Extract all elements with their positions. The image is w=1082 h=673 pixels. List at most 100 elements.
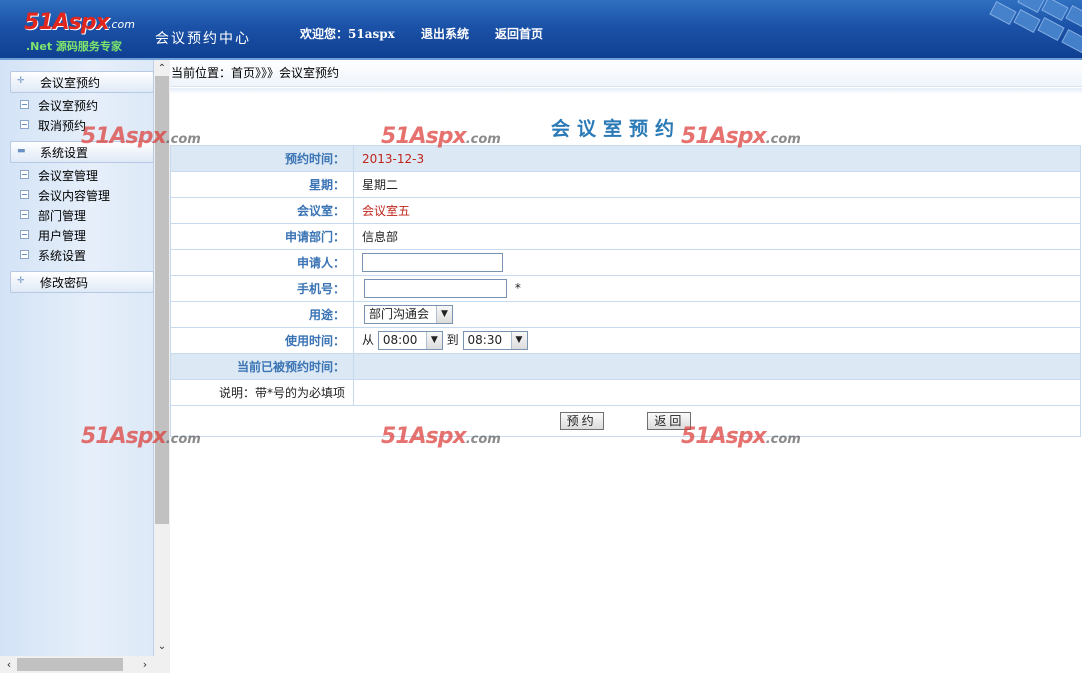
chevron-down-icon: ▼ bbox=[510, 332, 527, 349]
collapse-icon: ▬ bbox=[17, 146, 26, 156]
form-row-booked: 当前已被预约时间： bbox=[170, 353, 1081, 380]
sidebar-item-room-booking[interactable]: 会议室预约 bbox=[20, 97, 98, 115]
scroll-down-icon[interactable]: ⌄ bbox=[154, 640, 170, 654]
sidebar-section-label: 系统设置 bbox=[40, 146, 89, 160]
sidebar-item-content-manage[interactable]: 会议内容管理 bbox=[20, 187, 110, 205]
back-button[interactable]: 返回 bbox=[647, 412, 692, 430]
scrollbar-corner bbox=[154, 656, 170, 673]
start-time-select[interactable]: 08:00 ▼ bbox=[377, 331, 443, 350]
sidebar-item-system-settings[interactable]: 系统设置 bbox=[20, 247, 86, 265]
form-row-room: 会议室： 会议室五 bbox=[170, 197, 1081, 224]
app-title: 会议预约中心 bbox=[155, 31, 251, 47]
applicant-input[interactable] bbox=[362, 253, 503, 272]
sidebar-item-dept-manage[interactable]: 部门管理 bbox=[20, 207, 86, 225]
field-label: 申请人： bbox=[170, 249, 354, 276]
tree-node-icon bbox=[20, 230, 29, 239]
end-time-selected: 08:30 bbox=[467, 333, 503, 347]
sidebar-item-label: 会议室管理 bbox=[38, 169, 99, 183]
breadcrumb: 当前位置：首页》》》会议室预约 bbox=[170, 60, 1082, 87]
note-value bbox=[353, 379, 1081, 406]
sidebar-item-label: 用户管理 bbox=[38, 229, 87, 243]
field-label: 当前已被预约时间： bbox=[170, 353, 354, 380]
keyboard-decoration bbox=[972, 0, 1082, 58]
site-logo: 51Aspx .com .Net 源码服务专家 bbox=[20, 10, 138, 53]
purpose-select[interactable]: 部门沟通会 ▼ bbox=[364, 305, 453, 324]
sidebar-item-label: 会议室预约 bbox=[38, 99, 99, 113]
tree-node-icon bbox=[20, 190, 29, 199]
purpose-selected: 部门沟通会 bbox=[369, 307, 430, 321]
horizontal-scrollbar[interactable]: ‹ › bbox=[0, 656, 154, 673]
welcome-label: 欢迎您： bbox=[300, 27, 349, 41]
form-row-dept: 申请部门： 信息部 bbox=[170, 223, 1081, 250]
department-value: 信息部 bbox=[353, 223, 1081, 250]
logo-dotcom: .com bbox=[108, 18, 135, 31]
from-label: 从 bbox=[362, 333, 375, 347]
form-row-date: 预约时间： 2013-12-3 bbox=[170, 145, 1081, 172]
sidebar-item-room-manage[interactable]: 会议室管理 bbox=[20, 167, 98, 185]
submit-button[interactable]: 预约 bbox=[559, 412, 604, 430]
field-label: 用途： bbox=[170, 301, 354, 328]
tree-node-icon bbox=[20, 210, 29, 219]
form-row-purpose: 用途： 部门沟通会 ▼ bbox=[170, 301, 1081, 328]
tree-node-icon bbox=[20, 100, 29, 109]
form-row-applicant: 申请人： bbox=[170, 249, 1081, 276]
expand-icon: ✛ bbox=[17, 76, 25, 86]
actions-cell: 预约 返回 bbox=[170, 405, 1081, 437]
sidebar-section-password[interactable]: ✛ 修改密码 bbox=[10, 271, 154, 293]
tree-node-icon bbox=[20, 170, 29, 179]
vertical-scrollbar[interactable]: ⌃ ⌄ bbox=[154, 60, 170, 656]
booking-form: 预约时间： 2013-12-3 星期： 星期二 会议室： 会议室五 申请部门： … bbox=[170, 145, 1081, 437]
sidebar: ✛ 会议室预约 会议室预约 取消预约 ▬ 系统设置 会议室管理 会议内容管理 部… bbox=[0, 60, 154, 656]
tree-node-icon bbox=[20, 120, 29, 129]
field-label: 申请部门： bbox=[170, 223, 354, 250]
start-time-selected: 08:00 bbox=[382, 333, 418, 347]
end-time-select[interactable]: 08:30 ▼ bbox=[462, 331, 528, 350]
home-link[interactable]: 返回首页 bbox=[495, 25, 543, 42]
field-label: 手机号： bbox=[170, 275, 354, 302]
sidebar-item-cancel-booking[interactable]: 取消预约 bbox=[20, 117, 86, 135]
tree-node-icon bbox=[20, 250, 29, 259]
expand-icon: ✛ bbox=[17, 276, 25, 286]
breadcrumb-text: 当前位置：首页》》》会议室预约 bbox=[171, 66, 340, 80]
field-label: 会议室： bbox=[170, 197, 354, 224]
top-header: 51Aspx .com .Net 源码服务专家 会议预约中心 欢迎您：51asp… bbox=[0, 0, 1082, 60]
form-row-phone: 手机号： * bbox=[170, 275, 1081, 302]
scrollbar-thumb[interactable] bbox=[17, 658, 123, 671]
welcome-text: 欢迎您：51aspx bbox=[300, 25, 395, 42]
username: 51aspx bbox=[348, 27, 395, 41]
form-row-actions: 预约 返回 bbox=[170, 405, 1081, 437]
required-mark: * bbox=[514, 281, 521, 295]
sidebar-item-label: 系统设置 bbox=[38, 249, 87, 263]
sidebar-item-label: 取消预约 bbox=[38, 119, 87, 133]
divider bbox=[170, 88, 1082, 94]
phone-input[interactable] bbox=[364, 279, 507, 298]
chevron-down-icon: ▼ bbox=[425, 332, 442, 349]
scroll-left-icon[interactable]: ‹ bbox=[2, 656, 16, 673]
logout-link[interactable]: 退出系统 bbox=[421, 25, 469, 42]
scroll-right-icon[interactable]: › bbox=[138, 656, 152, 673]
field-label: 使用时间： bbox=[170, 327, 354, 354]
sidebar-section-booking[interactable]: ✛ 会议室预约 bbox=[10, 71, 154, 93]
sidebar-section-label: 修改密码 bbox=[40, 276, 89, 290]
chevron-down-icon: ▼ bbox=[436, 306, 452, 323]
purpose-cell: 部门沟通会 ▼ bbox=[353, 301, 1081, 328]
sidebar-item-label: 会议内容管理 bbox=[38, 189, 111, 203]
logo-text: 51Aspx bbox=[24, 10, 110, 35]
weekday-value: 星期二 bbox=[353, 171, 1081, 198]
note-text: 说明：带*号的为必填项 bbox=[170, 379, 354, 406]
form-row-weekday: 星期： 星期二 bbox=[170, 171, 1081, 198]
sidebar-item-user-manage[interactable]: 用户管理 bbox=[20, 227, 86, 245]
sidebar-section-settings[interactable]: ▬ 系统设置 bbox=[10, 141, 154, 163]
field-label: 星期： bbox=[170, 171, 354, 198]
form-row-note: 说明：带*号的为必填项 bbox=[170, 379, 1081, 406]
room-value: 会议室五 bbox=[353, 197, 1081, 224]
form-row-time: 使用时间： 从 08:00 ▼ 到 08:30 ▼ bbox=[170, 327, 1081, 354]
scroll-up-icon[interactable]: ⌃ bbox=[154, 62, 170, 76]
sidebar-item-label: 部门管理 bbox=[38, 209, 87, 223]
field-label: 预约时间： bbox=[170, 145, 354, 172]
booked-times-value bbox=[353, 353, 1081, 380]
time-cell: 从 08:00 ▼ 到 08:30 ▼ bbox=[353, 327, 1081, 354]
phone-cell: * bbox=[353, 275, 1081, 302]
page-title: 会议室预约 bbox=[551, 118, 682, 140]
scrollbar-thumb[interactable] bbox=[155, 76, 169, 524]
